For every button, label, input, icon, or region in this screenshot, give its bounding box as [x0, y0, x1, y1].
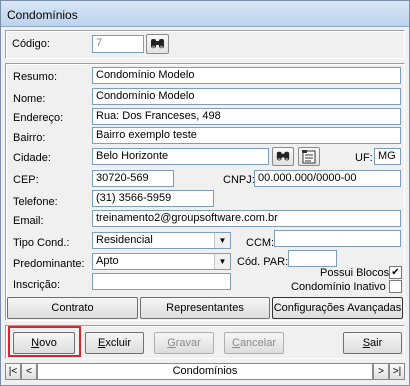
endereco-label: Endereço:	[13, 112, 64, 124]
bairro-field[interactable]: Bairro exemplo teste	[92, 127, 401, 144]
cod-par-field[interactable]	[288, 250, 337, 267]
gravar-button[interactable]: Gravar	[154, 332, 214, 354]
contrato-button[interactable]: Contrato	[7, 297, 138, 319]
predominante-label: Predominante:	[13, 258, 85, 270]
header-panel	[5, 30, 405, 59]
inscricao-field[interactable]	[92, 273, 231, 290]
possui-blocos-checkbox[interactable]: ✔	[389, 266, 402, 279]
uf-label: UF:	[355, 152, 373, 164]
search-cidade-button[interactable]	[272, 147, 294, 166]
novo-button[interactable]: Novo	[13, 332, 75, 354]
representantes-button[interactable]: Representantes	[140, 297, 270, 319]
binoculars-icon	[151, 39, 164, 49]
navigator-label: Condomínios	[37, 363, 373, 380]
chevron-down-icon: ▼	[214, 254, 230, 269]
tipo-cond-value: Residencial	[96, 234, 153, 246]
telefone-field[interactable]: (31) 3566-5959	[92, 190, 214, 207]
tipo-cond-label: Tipo Cond.:	[13, 237, 70, 249]
nome-field[interactable]: Condomínio Modelo	[92, 88, 401, 105]
excluir-button[interactable]: Excluir	[85, 332, 144, 354]
record-navigator: |< < Condomínios > >|	[5, 363, 405, 381]
next-record-button[interactable]: >	[373, 363, 389, 380]
condominio-inativo-checkbox[interactable]	[389, 280, 402, 293]
prev-record-button[interactable]: <	[21, 363, 37, 380]
telefone-label: Telefone:	[13, 196, 58, 208]
sair-button[interactable]: Sair	[343, 332, 402, 354]
cnpj-label: CNPJ:	[223, 174, 255, 186]
window-title: Condomínios	[7, 8, 78, 22]
email-field[interactable]: treinamento2@groupsoftware.com.br	[92, 210, 401, 227]
cnpj-field[interactable]: 00.000.000/0000-00	[254, 170, 401, 187]
configuracoes-avancadas-button[interactable]: Configurações Avançadas	[272, 297, 403, 319]
ccm-label: CCM:	[246, 237, 275, 249]
cancelar-button[interactable]: Cancelar	[224, 332, 284, 354]
cod-par-label: Cód. PAR:	[237, 256, 289, 268]
last-record-button[interactable]: >|	[389, 363, 405, 380]
binoculars-icon	[276, 151, 290, 161]
condominio-inativo-label: Condomínio Inativo	[291, 281, 386, 293]
cep-field[interactable]: 30720-569	[92, 170, 174, 187]
possui-blocos-label: Possui Blocos	[320, 267, 390, 279]
condominios-window: Condomínios Código: 7 Resumo: Condomínio…	[0, 0, 410, 386]
uf-field[interactable]: MG	[374, 148, 401, 165]
search-codigo-button[interactable]	[146, 34, 169, 54]
codigo-field[interactable]: 7	[92, 35, 144, 53]
inscricao-label: Inscrição:	[13, 279, 61, 291]
predominante-value: Apto	[96, 255, 119, 267]
email-label: Email:	[13, 215, 44, 227]
cidade-field[interactable]: Belo Horizonte	[92, 148, 269, 165]
title-bar: Condomínios	[1, 1, 409, 27]
resumo-label: Resumo:	[13, 71, 58, 83]
resumo-field[interactable]: Condomínio Modelo	[92, 67, 401, 84]
bairro-label: Bairro:	[13, 132, 46, 144]
endereco-field[interactable]: Rua: Dos Franceses, 498	[92, 108, 401, 125]
nome-label: Nome:	[13, 93, 46, 105]
tipo-cond-select[interactable]: Residencial ▼	[92, 232, 231, 249]
codigo-label: Código:	[12, 38, 50, 50]
cidade-label: Cidade:	[13, 152, 51, 164]
form-edit-icon	[302, 150, 316, 164]
chevron-down-icon: ▼	[214, 233, 230, 248]
first-record-button[interactable]: |<	[5, 363, 21, 380]
cep-label: CEP:	[13, 174, 39, 186]
predominante-select[interactable]: Apto ▼	[92, 253, 231, 270]
edit-cidade-button[interactable]	[298, 147, 320, 166]
ccm-field[interactable]	[274, 230, 401, 247]
